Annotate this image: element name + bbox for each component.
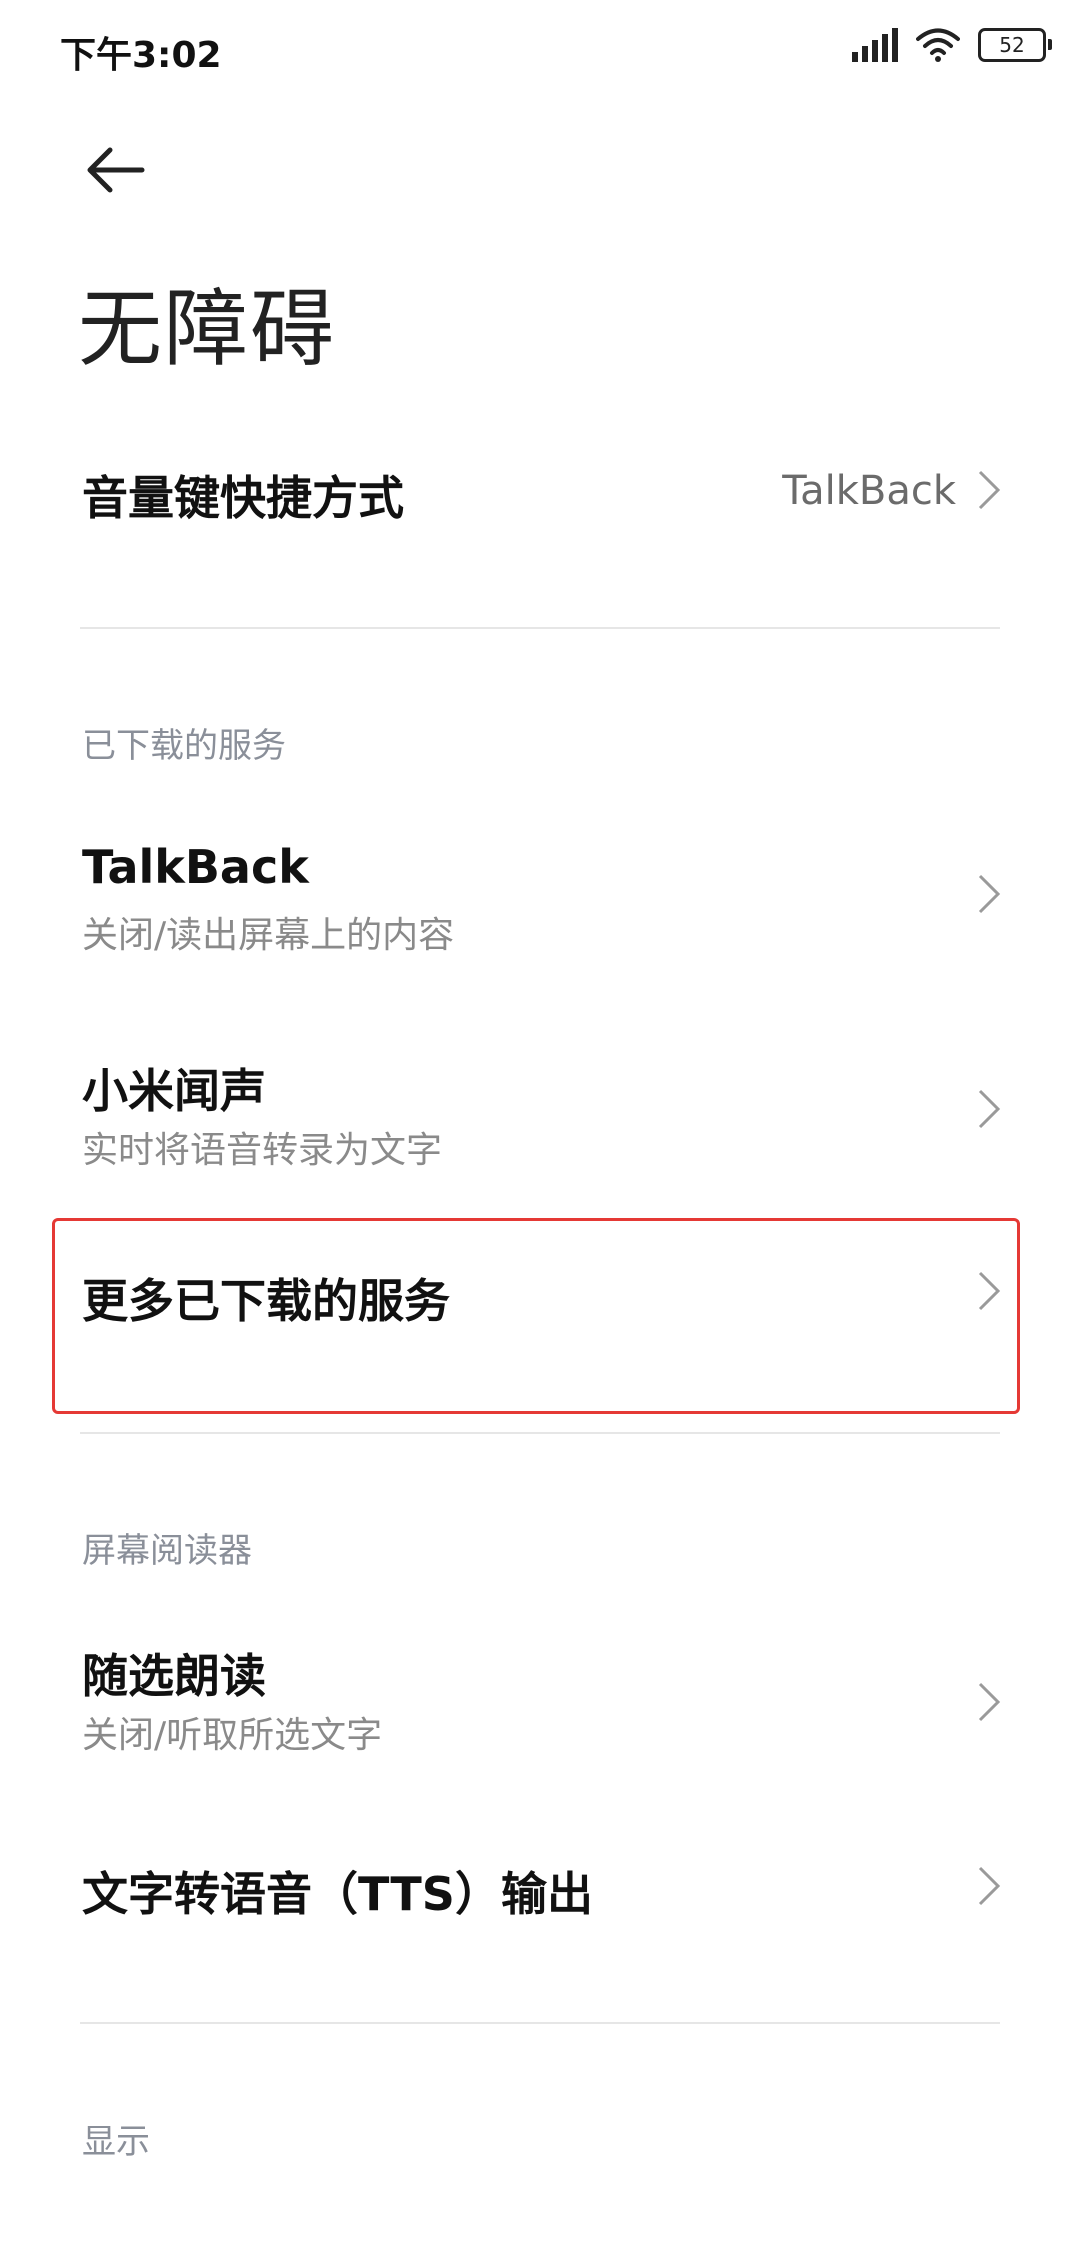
divider	[80, 627, 1000, 629]
section-header-display: 显示	[82, 2122, 150, 2162]
chevron-right-icon	[978, 470, 1001, 510]
battery-level: 52	[999, 33, 1025, 57]
divider	[80, 2022, 1000, 2024]
section-header-screen-reader: 屏幕阅读器	[82, 1531, 252, 1571]
status-bar: 下午3:02 52	[0, 0, 1080, 100]
item-title: 文字转语音（TTS）输出	[82, 1867, 593, 1921]
list-item-select-to-speak[interactable]: 随选朗读 关闭/听取所选文字	[0, 1640, 1080, 1790]
status-icons: 52	[852, 28, 1052, 62]
divider	[80, 1432, 1000, 1434]
list-item-volume-shortcut[interactable]: 音量键快捷方式 TalkBack	[0, 430, 1080, 550]
item-value: TalkBack	[782, 468, 956, 514]
item-subtitle: 关闭/听取所选文字	[82, 1715, 383, 1756]
section-header-downloaded: 已下载的服务	[82, 726, 286, 766]
list-item-mi-voice[interactable]: 小米闻声 实时将语音转录为文字	[0, 1035, 1080, 1185]
item-title: 小米闻声	[82, 1064, 266, 1118]
item-subtitle: 关闭/读出屏幕上的内容	[82, 915, 455, 956]
highlight-box	[52, 1218, 1020, 1414]
chevron-right-icon	[978, 1089, 1001, 1129]
chevron-right-icon	[978, 1682, 1001, 1722]
item-title: 音量键快捷方式	[82, 471, 404, 525]
item-subtitle: 实时将语音转录为文字	[82, 1130, 443, 1171]
battery-icon: 52	[978, 28, 1052, 62]
signal-icon	[852, 28, 898, 62]
wifi-icon	[916, 28, 960, 62]
item-title: 随选朗读	[82, 1649, 266, 1703]
item-title: TalkBack	[82, 840, 309, 894]
chevron-right-icon	[978, 1866, 1001, 1906]
list-item-tts-output[interactable]: 文字转语音（TTS）输出	[0, 1840, 1080, 1960]
status-time: 下午3:02	[60, 35, 222, 76]
chevron-right-icon	[978, 874, 1001, 914]
back-arrow-icon[interactable]	[80, 140, 150, 200]
page-title: 无障碍	[78, 280, 337, 378]
list-item-talkback[interactable]: TalkBack 关闭/读出屏幕上的内容	[0, 820, 1080, 970]
